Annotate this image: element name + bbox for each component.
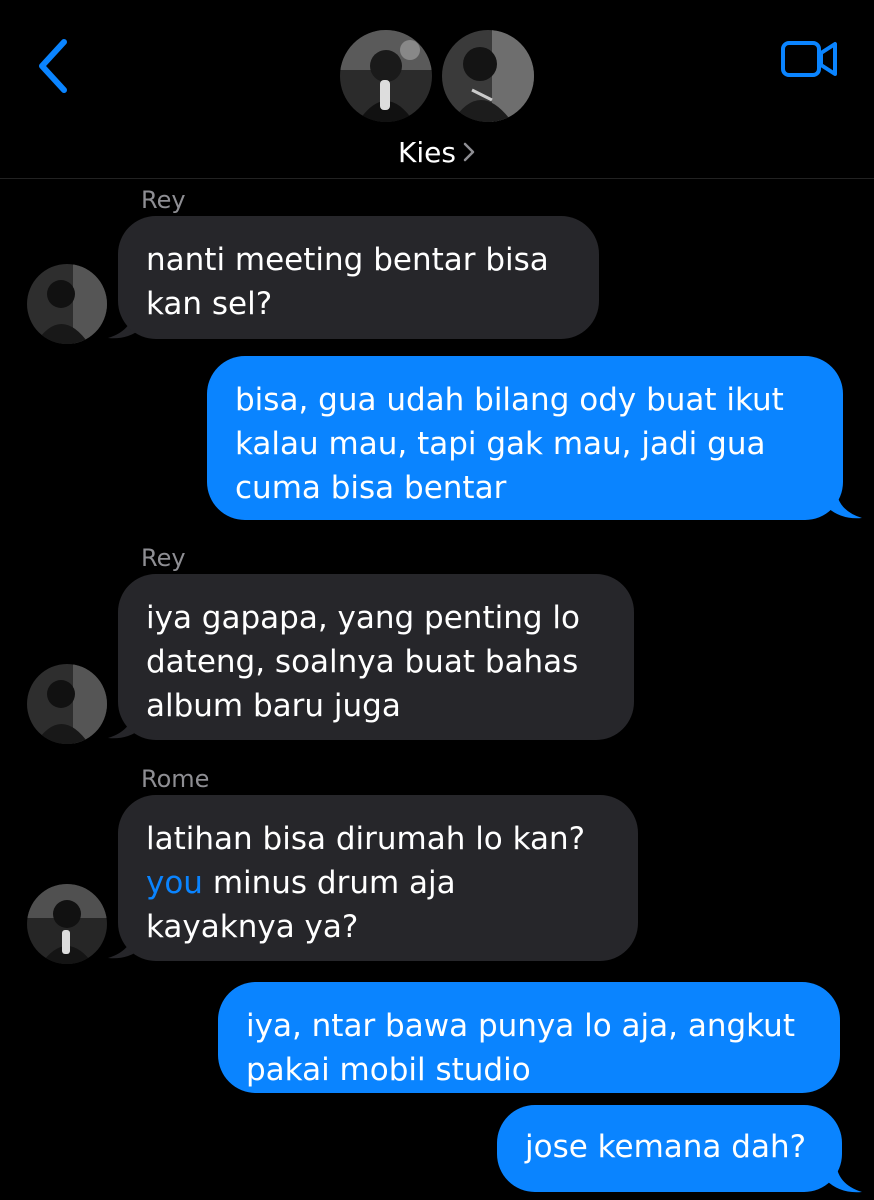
message-line: latihan bisa dirumah lo kan? [146,821,586,857]
sender-avatar[interactable] [27,264,107,344]
sender-name: Rey [141,186,186,214]
chevron-right-icon [462,137,476,171]
conversation-title[interactable]: Kies [0,136,874,171]
outgoing-message[interactable]: bisa, gua udah bilang ody buat ikut kala… [207,356,843,520]
video-call-button[interactable] [780,38,840,80]
group-name: Kies [398,136,456,169]
message-text: minus drum aja [202,865,456,901]
message-line: you minus drum aja [146,861,610,905]
outgoing-message[interactable]: iya, ntar bawa punya lo aja, angkut paka… [218,982,840,1093]
sender-avatar[interactable] [27,884,107,964]
mention-link[interactable]: you [146,865,203,901]
incoming-message[interactable]: iya gapapa, yang penting lo dateng, soal… [118,574,634,740]
outgoing-message[interactable]: jose kemana dah? [497,1105,842,1192]
sender-name: Rome [141,765,210,793]
incoming-message[interactable]: nanti meeting bentar bisa kan sel? [118,216,599,339]
sender-name: Rey [141,544,186,572]
participant-avatar [340,30,432,122]
video-camera-icon [781,41,837,77]
sender-avatar[interactable] [27,664,107,744]
incoming-message[interactable]: latihan bisa dirumah lo kan? you minus d… [118,795,638,961]
group-avatars[interactable] [340,30,540,126]
back-button[interactable] [34,36,74,96]
conversation-header: Kies [0,0,874,179]
chevron-left-icon [39,39,67,93]
message-line: kayaknya ya? [146,909,359,945]
participant-avatar [442,30,534,122]
